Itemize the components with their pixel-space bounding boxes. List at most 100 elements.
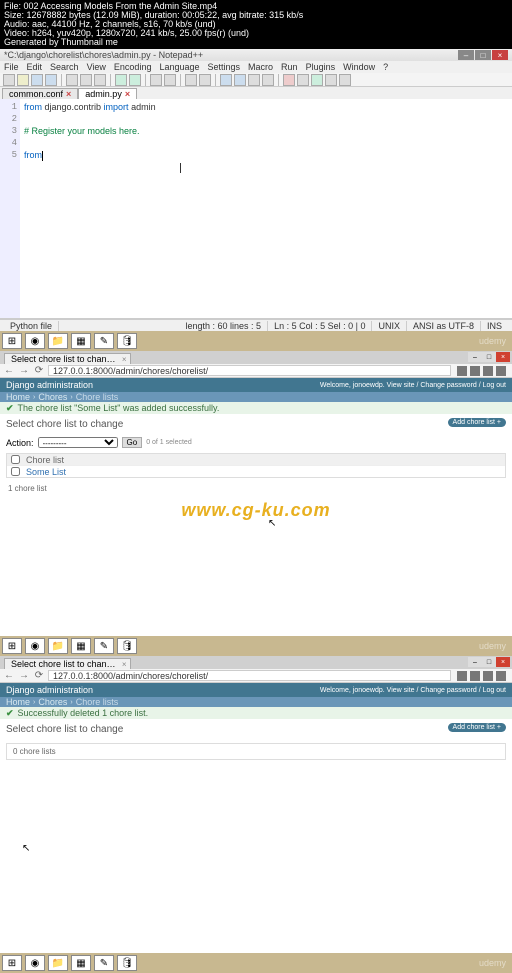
new-icon[interactable]: [3, 74, 15, 86]
start-button[interactable]: ⊞: [2, 333, 22, 349]
chrome-taskbar-icon[interactable]: ◉: [25, 333, 45, 349]
reload-button[interactable]: ⟳: [33, 365, 45, 377]
notepadpp-taskbar-icon[interactable]: ✎: [94, 333, 114, 349]
windows-taskbar-3[interactable]: ⊞ ◉ 📁 ▦ ✎ 🛢 udemy: [0, 953, 512, 973]
explorer-taskbar-icon[interactable]: 📁: [48, 955, 68, 971]
menu-language[interactable]: Language: [159, 62, 199, 72]
close-icon[interactable]: ×: [122, 660, 127, 669]
play-icon[interactable]: [311, 74, 323, 86]
terminal-taskbar-icon[interactable]: ▦: [71, 638, 91, 654]
menu-plugins[interactable]: Plugins: [306, 62, 336, 72]
redo-icon[interactable]: [129, 74, 141, 86]
undo-icon[interactable]: [115, 74, 127, 86]
chrome-taskbar-icon[interactable]: ◉: [25, 955, 45, 971]
menu-run[interactable]: Run: [281, 62, 298, 72]
maximize-button[interactable]: □: [475, 50, 491, 60]
close-button[interactable]: ×: [492, 50, 508, 60]
open-icon[interactable]: [17, 74, 29, 86]
minimize-button[interactable]: ‒: [458, 50, 474, 60]
notepadpp-taskbar-icon[interactable]: ✎: [94, 638, 114, 654]
forward-button[interactable]: →: [18, 670, 30, 682]
explorer-taskbar-icon[interactable]: 📁: [48, 638, 68, 654]
go-button[interactable]: Go: [122, 437, 143, 448]
extension-icon[interactable]: [457, 671, 467, 681]
back-button[interactable]: ←: [3, 670, 15, 682]
close-button[interactable]: ×: [496, 657, 510, 667]
folding-icon[interactable]: [262, 74, 274, 86]
select-all-checkbox[interactable]: [11, 455, 20, 464]
start-button[interactable]: ⊞: [2, 955, 22, 971]
menu-view[interactable]: View: [87, 62, 106, 72]
wordwrap-icon[interactable]: [220, 74, 232, 86]
extension-icon[interactable]: [470, 366, 480, 376]
chrome-tabstrip-1[interactable]: Select chore list to chan…× ‒ □ ×: [0, 351, 512, 364]
stop-icon[interactable]: [297, 74, 309, 86]
copy-icon[interactable]: [80, 74, 92, 86]
windows-taskbar-2[interactable]: ⊞ ◉ 📁 ▦ ✎ 🛢 udemy: [0, 636, 512, 656]
extension-icon[interactable]: [483, 366, 493, 376]
close-button[interactable]: ×: [496, 352, 510, 362]
maximize-button[interactable]: □: [482, 657, 496, 667]
indent-icon[interactable]: [248, 74, 260, 86]
close-icon[interactable]: ×: [122, 355, 127, 364]
cut-icon[interactable]: [66, 74, 78, 86]
extension-icon[interactable]: [483, 671, 493, 681]
start-button[interactable]: ⊞: [2, 638, 22, 654]
menu-settings[interactable]: Settings: [208, 62, 241, 72]
zoomout-icon[interactable]: [199, 74, 211, 86]
menu-window[interactable]: Window: [343, 62, 375, 72]
explorer-taskbar-icon[interactable]: 📁: [48, 333, 68, 349]
find-icon[interactable]: [150, 74, 162, 86]
url-input[interactable]: 127.0.0.1:8000/admin/chores/chorelist/: [48, 365, 451, 376]
crumb-home[interactable]: Home: [6, 392, 30, 402]
reload-button[interactable]: ⟳: [33, 670, 45, 682]
extension-icon[interactable]: [457, 366, 467, 376]
user-links[interactable]: Welcome, jonoewdp. View site / Change pa…: [320, 687, 506, 694]
menu-edit[interactable]: Edit: [27, 62, 43, 72]
saveall-icon[interactable]: [45, 74, 57, 86]
notepadpp-taskbar-icon[interactable]: ✎: [94, 955, 114, 971]
paste-icon[interactable]: [94, 74, 106, 86]
zoomin-icon[interactable]: [185, 74, 197, 86]
playmulti-icon[interactable]: [325, 74, 337, 86]
terminal-taskbar-icon[interactable]: ▦: [71, 333, 91, 349]
extension-icon[interactable]: [470, 671, 480, 681]
row-link[interactable]: Some List: [26, 467, 66, 477]
notepadpp-editor[interactable]: 12345 from django.contrib import admin #…: [0, 99, 512, 319]
chrome-taskbar-icon[interactable]: ◉: [25, 638, 45, 654]
row-checkbox[interactable]: [11, 467, 20, 476]
action-select[interactable]: ---------: [38, 437, 118, 448]
crumb-app[interactable]: Chores: [38, 697, 67, 707]
close-icon[interactable]: ×: [125, 89, 130, 99]
back-button[interactable]: ←: [3, 365, 15, 377]
maximize-button[interactable]: □: [482, 352, 496, 362]
minimize-button[interactable]: ‒: [468, 657, 482, 667]
browser-tab[interactable]: Select chore list to chan…×: [4, 658, 131, 669]
notepadpp-menubar[interactable]: File Edit Search View Encoding Language …: [0, 61, 512, 73]
url-input[interactable]: 127.0.0.1:8000/admin/chores/chorelist/: [48, 670, 451, 681]
chrome-tabstrip-2[interactable]: Select chore list to chan…× ‒ □ ×: [0, 656, 512, 669]
add-chorelist-button[interactable]: Add chore list +: [448, 418, 506, 427]
editor-tab-common[interactable]: common.conf×: [2, 88, 78, 99]
menu-help[interactable]: ?: [383, 62, 388, 72]
minimize-button[interactable]: ‒: [468, 352, 482, 362]
notepadpp-titlebar[interactable]: *C:\django\chorelist\chores\admin.py - N…: [0, 49, 512, 61]
crumb-home[interactable]: Home: [6, 697, 30, 707]
replace-icon[interactable]: [164, 74, 176, 86]
db-taskbar-icon[interactable]: 🛢: [117, 333, 137, 349]
col-header[interactable]: Chore list: [26, 455, 64, 465]
close-icon[interactable]: ×: [66, 89, 71, 99]
savemacro-icon[interactable]: [339, 74, 351, 86]
menu-search[interactable]: Search: [50, 62, 79, 72]
db-taskbar-icon[interactable]: 🛢: [117, 638, 137, 654]
add-chorelist-button[interactable]: Add chore list +: [448, 723, 506, 732]
menu-icon[interactable]: [496, 366, 506, 376]
db-taskbar-icon[interactable]: 🛢: [117, 955, 137, 971]
windows-taskbar-1[interactable]: ⊞ ◉ 📁 ▦ ✎ 🛢 udemy: [0, 331, 512, 351]
user-links[interactable]: Welcome, jonoewdp. View site / Change pa…: [320, 382, 506, 389]
browser-tab[interactable]: Select chore list to chan…×: [4, 353, 131, 364]
menu-macro[interactable]: Macro: [248, 62, 273, 72]
code-area[interactable]: from django.contrib import admin # Regis…: [20, 99, 512, 318]
record-icon[interactable]: [283, 74, 295, 86]
menu-icon[interactable]: [496, 671, 506, 681]
